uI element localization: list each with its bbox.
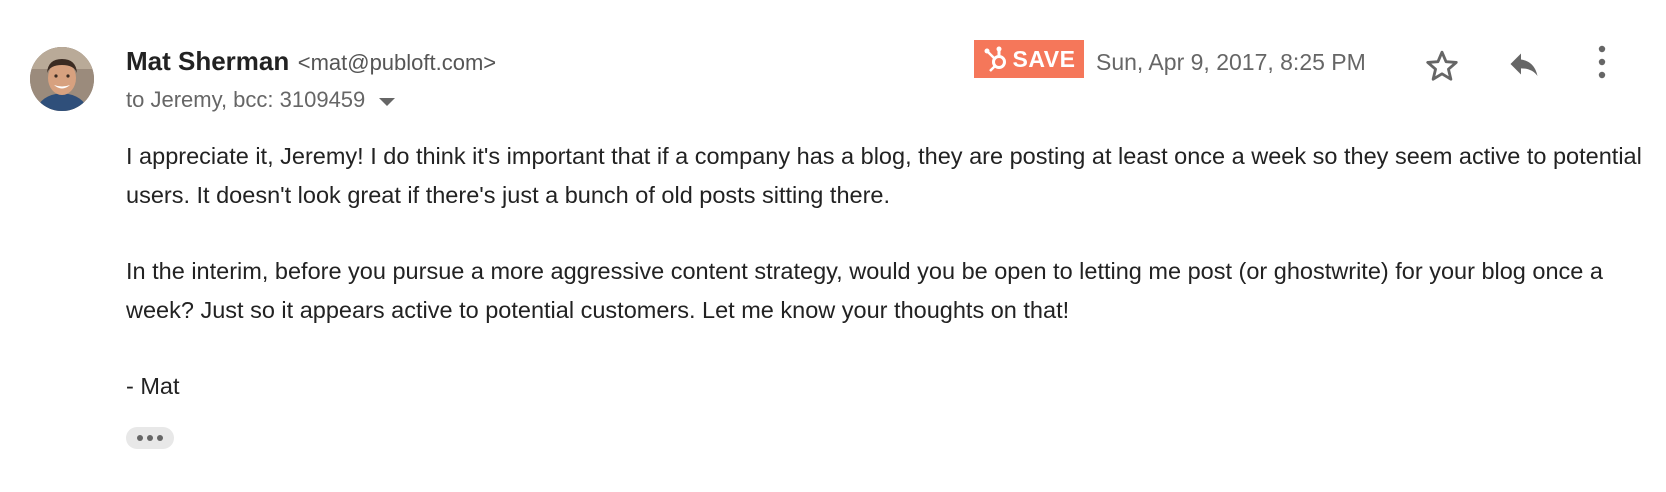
signature: - Mat — [126, 373, 180, 399]
more-options-button[interactable] — [1586, 40, 1618, 84]
more-vertical-icon — [1598, 45, 1606, 79]
ellipsis-dot-icon — [157, 435, 163, 441]
sender-name[interactable]: Mat Sherman — [126, 46, 289, 76]
star-outline-icon — [1426, 50, 1458, 81]
caret-down-icon — [379, 97, 396, 106]
ellipsis-dot-icon — [137, 435, 143, 441]
avatar[interactable] — [30, 47, 94, 111]
message-timestamp: Sun, Apr 9, 2017, 8:25 PM — [1096, 49, 1366, 75]
avatar-photo — [30, 47, 94, 111]
ellipsis-dot-icon — [147, 435, 153, 441]
reply-button[interactable] — [1502, 42, 1546, 86]
email-message: Mat Sherman <mat@publoft.com> to Jeremy,… — [0, 0, 1666, 492]
recipients-details-toggle[interactable]: to Jeremy, bcc: 3109459 — [126, 85, 396, 115]
reply-icon — [1510, 53, 1538, 76]
save-label: SAVE — [1012, 45, 1076, 72]
show-trimmed-content-button[interactable] — [126, 427, 174, 449]
hubspot-save-button[interactable]: SAVE — [974, 40, 1084, 78]
star-button[interactable] — [1420, 44, 1464, 88]
hubspot-sprocket-icon — [984, 46, 1006, 72]
body-paragraph: In the interim, before you pursue a more… — [126, 258, 1603, 323]
sender-line: Mat Sherman <mat@publoft.com> — [126, 45, 496, 82]
sender-email: <mat@publoft.com> — [297, 50, 497, 75]
body-paragraph: I appreciate it, Jeremy! I do think it's… — [126, 143, 1642, 208]
recipients-text: to Jeremy, bcc: 3109459 — [126, 87, 366, 112]
message-body: I appreciate it, Jeremy! I do think it's… — [126, 137, 1646, 443]
